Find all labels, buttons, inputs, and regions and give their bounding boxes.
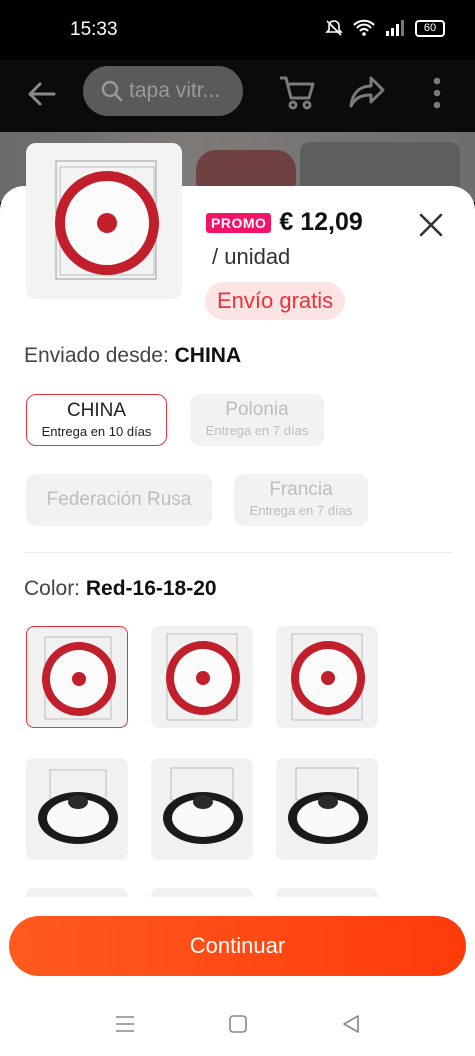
- search-input[interactable]: tapa vitr...: [83, 66, 243, 116]
- section-divider: [24, 552, 452, 553]
- red-lid-image: [42, 636, 116, 720]
- color-label: Color: Red-16-18-20: [24, 577, 217, 600]
- color-swatch[interactable]: [151, 626, 253, 728]
- black-lid-image: [288, 767, 368, 844]
- signal-icon: [386, 20, 404, 36]
- search-icon: [101, 80, 123, 102]
- battery-indicator: 60: [415, 19, 445, 37]
- color-swatch[interactable]: [26, 758, 128, 860]
- more-options-icon[interactable]: [432, 76, 442, 110]
- top-app-bar: tapa vitr...: [0, 60, 475, 132]
- price-unit: / unidad: [212, 244, 291, 269]
- status-bar: 15:33 60: [0, 0, 475, 60]
- close-icon[interactable]: [418, 212, 444, 238]
- status-icons: 60: [325, 19, 445, 37]
- status-time: 15:33: [70, 19, 118, 40]
- color-value: Red-16-18-20: [85, 577, 217, 600]
- ship-from-label: Enviado desde: CHINA: [24, 344, 242, 367]
- cta-area: Continuar: [0, 897, 475, 996]
- ship-option-francia[interactable]: Francia Entrega en 7 días: [234, 474, 368, 526]
- search-placeholder: tapa vitr...: [129, 79, 221, 102]
- share-icon[interactable]: [347, 74, 387, 110]
- red-lid-image: [166, 633, 240, 721]
- color-swatch[interactable]: [26, 626, 128, 728]
- sku-bottom-sheet: PROMO € 12,09 / unidad Envío gratis Envi…: [0, 186, 475, 996]
- price: € 12,09: [279, 208, 363, 236]
- cart-icon[interactable]: [277, 72, 317, 112]
- wifi-icon: [353, 19, 375, 36]
- home-icon[interactable]: [228, 1014, 248, 1034]
- mute-icon: [325, 20, 343, 36]
- red-lid-image: [26, 143, 182, 299]
- black-lid-image: [38, 769, 118, 844]
- ship-from-value: CHINA: [174, 344, 242, 367]
- black-lid-image: [163, 767, 243, 844]
- ship-option-polonia[interactable]: Polonia Entrega en 7 días: [190, 394, 324, 446]
- continue-button[interactable]: Continuar: [9, 916, 466, 976]
- system-nav-bar: [0, 996, 475, 1056]
- back-arrow-icon[interactable]: [24, 76, 60, 112]
- red-lid-image: [291, 633, 365, 721]
- color-swatch[interactable]: [151, 758, 253, 860]
- color-swatch[interactable]: [276, 758, 378, 860]
- color-swatch[interactable]: [276, 626, 378, 728]
- promo-badge: PROMO: [206, 212, 272, 233]
- ship-option-china[interactable]: CHINA Entrega en 10 días: [26, 394, 167, 446]
- back-nav-icon[interactable]: [341, 1014, 361, 1034]
- price-row: PROMO € 12,09: [206, 208, 363, 237]
- free-shipping-badge: Envío gratis: [205, 282, 346, 320]
- product-thumbnail: [26, 143, 182, 299]
- recents-icon[interactable]: [115, 1014, 135, 1034]
- ship-option-federacion-rusa[interactable]: Federación Rusa: [26, 474, 212, 526]
